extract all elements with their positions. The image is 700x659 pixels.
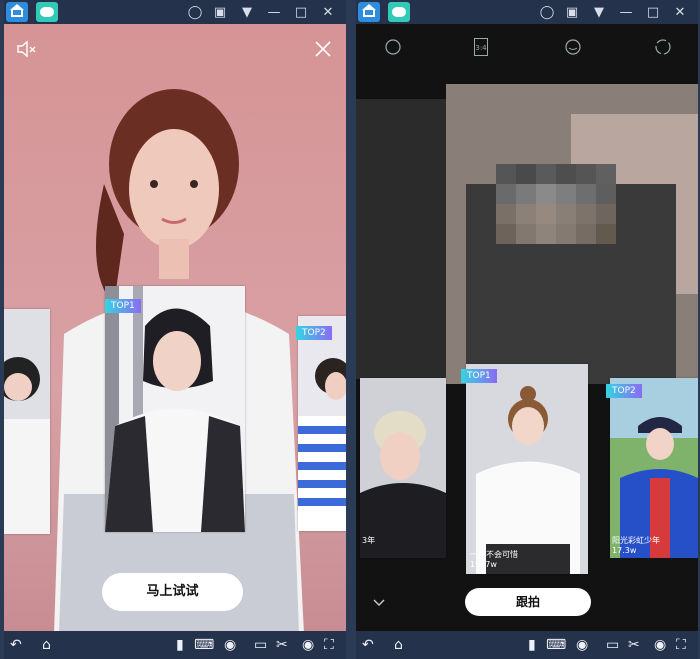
chevron-down-icon[interactable] (372, 598, 386, 608)
face-icon[interactable] (384, 38, 402, 56)
person-striped-shirt (298, 358, 346, 531)
minimize-icon[interactable]: — (615, 2, 637, 22)
close-icon[interactable] (314, 40, 332, 58)
location-icon[interactable]: ◉ (654, 635, 666, 655)
card-caption: 3年 (362, 536, 376, 545)
maximize-icon[interactable]: □ (290, 2, 312, 22)
ratio-icon[interactable]: 3:4 (474, 38, 488, 56)
card-count: 1927w (470, 560, 497, 569)
person-white-tee (466, 364, 588, 574)
rank-badge: TOP2 (296, 326, 332, 340)
rank-badge: TOP1 (105, 299, 141, 313)
close-window-icon[interactable]: ✕ (669, 2, 691, 22)
left-screen: TOP1 TOP2 马上试试 (4, 24, 346, 631)
emulator-bottom-bar: ↶ ⌂ ▮ ⌨ ◉ ▭ ✂ ◉ ⛶ (4, 631, 346, 659)
eye-icon[interactable]: ◉ (224, 635, 236, 655)
person-cap (610, 378, 698, 558)
account-icon[interactable]: ◯ (184, 2, 206, 22)
emulator-top-bar: ◯ ▣ ▼ — □ ✕ (4, 0, 346, 24)
left-phone-pane: ◯ ▣ ▼ — □ ✕ TOP1 TOP2 马上试试 ↶ ⌂ ▮ ⌨ ◉ ▭ ✂… (4, 0, 346, 659)
beauty-icon[interactable] (564, 38, 582, 56)
keyboard-icon[interactable]: ⌨ (194, 635, 214, 655)
phone-icon[interactable]: ▮ (528, 635, 536, 655)
fullscreen-icon[interactable]: ⛶ (324, 635, 334, 655)
emulator-bottom-bar: ↶ ⌂ ▮ ⌨ ◉ ▭ ✂ ◉ ⛶ (356, 631, 698, 659)
screen-icon[interactable]: ▭ (254, 635, 267, 655)
robot-app-icon[interactable] (388, 2, 410, 22)
phone-icon[interactable]: ▮ (176, 635, 184, 655)
minimize-icon[interactable]: — (263, 2, 285, 22)
person-bob-hair (105, 286, 245, 532)
home-icon[interactable]: ⌂ (42, 635, 51, 655)
camera-screen: 3:4 3年 一首不会可惜 1927w TOP1 阳光彩虹少年 17.3w TO… (356, 24, 698, 631)
fullscreen-icon[interactable]: ⛶ (676, 635, 686, 655)
gift-icon[interactable]: ▣ (561, 2, 583, 22)
template-card-top1[interactable]: 一首不会可惜 1927w (466, 364, 588, 574)
card-count: 17.3w (612, 546, 637, 555)
home-app-icon[interactable] (6, 2, 28, 22)
template-card-top2[interactable]: 阳光彩虹少年 17.3w (610, 378, 698, 558)
screen-icon[interactable]: ▭ (606, 635, 619, 655)
signal-icon[interactable]: ▼ (588, 2, 610, 22)
home-app-icon[interactable] (358, 2, 380, 22)
signal-icon[interactable]: ▼ (236, 2, 258, 22)
account-icon[interactable]: ◯ (536, 2, 558, 22)
keyboard-icon[interactable]: ⌨ (546, 635, 566, 655)
rank-badge: TOP1 (461, 369, 497, 383)
pixelated-face (496, 164, 616, 244)
template-card-top2[interactable] (298, 316, 346, 531)
maximize-icon[interactable]: □ (642, 2, 664, 22)
back-icon[interactable]: ↶ (10, 635, 22, 655)
template-card[interactable]: 3年 (360, 378, 446, 558)
card-caption: 阳光彩虹少年 (612, 536, 660, 545)
switch-camera-icon[interactable] (654, 38, 672, 56)
card-caption: 一首不会可惜 (470, 550, 518, 559)
scissors-icon[interactable]: ✂ (276, 635, 288, 655)
gift-icon[interactable]: ▣ (209, 2, 231, 22)
person-left-partial (4, 357, 50, 534)
template-card[interactable] (4, 309, 50, 534)
speaker-mute-icon[interactable] (16, 40, 38, 58)
try-now-button[interactable]: 马上试试 (102, 573, 243, 611)
scissors-icon[interactable]: ✂ (628, 635, 640, 655)
template-card-top1[interactable] (105, 286, 245, 532)
follow-shoot-button[interactable]: 跟拍 (465, 588, 591, 616)
robot-app-icon[interactable] (36, 2, 58, 22)
home-icon[interactable]: ⌂ (394, 635, 403, 655)
back-icon[interactable]: ↶ (362, 635, 374, 655)
location-icon[interactable]: ◉ (302, 635, 314, 655)
rank-badge: TOP2 (606, 384, 642, 398)
eye-icon[interactable]: ◉ (576, 635, 588, 655)
close-window-icon[interactable]: ✕ (317, 2, 339, 22)
person-blond (360, 378, 446, 558)
right-phone-pane: ◯ ▣ ▼ — □ ✕ 3:4 3年 一首不会可惜 1927w TOP1 阳光彩… (356, 0, 698, 659)
emulator-top-bar: ◯ ▣ ▼ — □ ✕ (356, 0, 698, 24)
